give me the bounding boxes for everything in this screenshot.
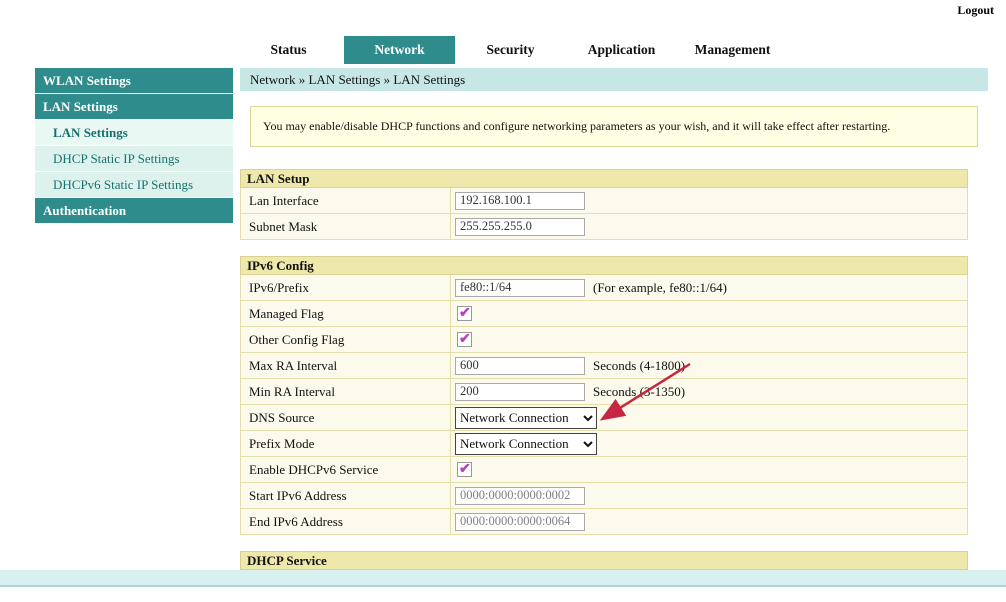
field-label-other-config-flag: Other Config Flag bbox=[241, 327, 451, 352]
sidebar-item-wlan-settings[interactable]: WLAN Settings bbox=[35, 68, 233, 93]
top-nav: Status Network Security Application Mana… bbox=[233, 36, 788, 64]
table-row: End IPv6 Address bbox=[241, 509, 967, 535]
table-row: Start IPv6 Address bbox=[241, 483, 967, 509]
tab-application[interactable]: Application bbox=[566, 36, 677, 64]
other-config-flag-checkbox[interactable] bbox=[457, 332, 472, 347]
ipv6-prefix-input[interactable] bbox=[455, 279, 585, 297]
field-label-subnet-mask: Subnet Mask bbox=[241, 214, 451, 239]
max-ra-interval-input[interactable] bbox=[455, 357, 585, 375]
table-row: Managed Flag bbox=[241, 301, 967, 327]
field-label-min-ra-interval: Min RA Interval bbox=[241, 379, 451, 404]
sidebar-item-authentication[interactable]: Authentication bbox=[35, 198, 233, 223]
router-admin-page: Logout Status Network Security Applicati… bbox=[0, 0, 1006, 602]
table-row: DNS Source Network Connection bbox=[241, 405, 967, 431]
prefix-mode-select[interactable]: Network Connection bbox=[455, 433, 597, 455]
max-ra-interval-hint: Seconds (4-1800) bbox=[593, 358, 685, 374]
field-label-prefix-mode: Prefix Mode bbox=[241, 431, 451, 456]
dhcp-service-section: DHCP Service bbox=[240, 551, 968, 570]
table-row: Subnet Mask bbox=[241, 214, 967, 240]
sidebar: WLAN Settings LAN Settings LAN Settings … bbox=[35, 68, 233, 224]
breadcrumb: Network » LAN Settings » LAN Settings bbox=[240, 68, 988, 91]
table-row: IPv6/Prefix (For example, fe80::1/64) bbox=[241, 275, 967, 301]
sidebar-item-lan-settings-group[interactable]: LAN Settings bbox=[35, 94, 233, 119]
tab-network[interactable]: Network bbox=[344, 36, 455, 64]
ipv6-prefix-hint: (For example, fe80::1/64) bbox=[593, 280, 727, 296]
logout-link[interactable]: Logout bbox=[957, 3, 994, 18]
field-label-end-ipv6-address: End IPv6 Address bbox=[241, 509, 451, 534]
field-label-ipv6-prefix: IPv6/Prefix bbox=[241, 275, 451, 300]
main-content: Network » LAN Settings » LAN Settings Yo… bbox=[240, 68, 988, 570]
sidebar-item-dhcp-static-ip[interactable]: DHCP Static IP Settings bbox=[35, 146, 233, 171]
sidebar-item-lan-settings[interactable]: LAN Settings bbox=[35, 120, 233, 145]
field-label-start-ipv6-address: Start IPv6 Address bbox=[241, 483, 451, 508]
field-label-enable-dhcpv6: Enable DHCPv6 Service bbox=[241, 457, 451, 482]
sidebar-item-dhcpv6-static-ip[interactable]: DHCPv6 Static IP Settings bbox=[35, 172, 233, 197]
table-row: Min RA Interval Seconds (3-1350) bbox=[241, 379, 967, 405]
field-label-dns-source: DNS Source bbox=[241, 405, 451, 430]
start-ipv6-address-input[interactable] bbox=[455, 487, 585, 505]
lan-interface-input[interactable] bbox=[455, 192, 585, 210]
section-title-ipv6-config: IPv6 Config bbox=[240, 256, 968, 275]
table-row: Prefix Mode Network Connection bbox=[241, 431, 967, 457]
table-row: Other Config Flag bbox=[241, 327, 967, 353]
field-label-max-ra-interval: Max RA Interval bbox=[241, 353, 451, 378]
min-ra-interval-hint: Seconds (3-1350) bbox=[593, 384, 685, 400]
table-row: Max RA Interval Seconds (4-1800) bbox=[241, 353, 967, 379]
field-label-managed-flag: Managed Flag bbox=[241, 301, 451, 326]
subnet-mask-input[interactable] bbox=[455, 218, 585, 236]
end-ipv6-address-input[interactable] bbox=[455, 513, 585, 531]
footer-bar bbox=[0, 570, 1006, 587]
table-row: Enable DHCPv6 Service bbox=[241, 457, 967, 483]
tab-security[interactable]: Security bbox=[455, 36, 566, 64]
table-row: Lan Interface bbox=[241, 188, 967, 214]
section-title-dhcp-service: DHCP Service bbox=[240, 551, 968, 570]
section-title-lan-setup: LAN Setup bbox=[240, 169, 968, 188]
managed-flag-checkbox[interactable] bbox=[457, 306, 472, 321]
lan-setup-section: LAN Setup Lan Interface Subnet Mask bbox=[240, 169, 968, 240]
ipv6-config-section: IPv6 Config IPv6/Prefix (For example, fe… bbox=[240, 256, 968, 535]
dns-source-select[interactable]: Network Connection bbox=[455, 407, 597, 429]
enable-dhcpv6-checkbox[interactable] bbox=[457, 462, 472, 477]
tab-management[interactable]: Management bbox=[677, 36, 788, 64]
tab-status[interactable]: Status bbox=[233, 36, 344, 64]
notice-box: You may enable/disable DHCP functions an… bbox=[250, 106, 978, 147]
min-ra-interval-input[interactable] bbox=[455, 383, 585, 401]
field-label-lan-interface: Lan Interface bbox=[241, 188, 451, 213]
